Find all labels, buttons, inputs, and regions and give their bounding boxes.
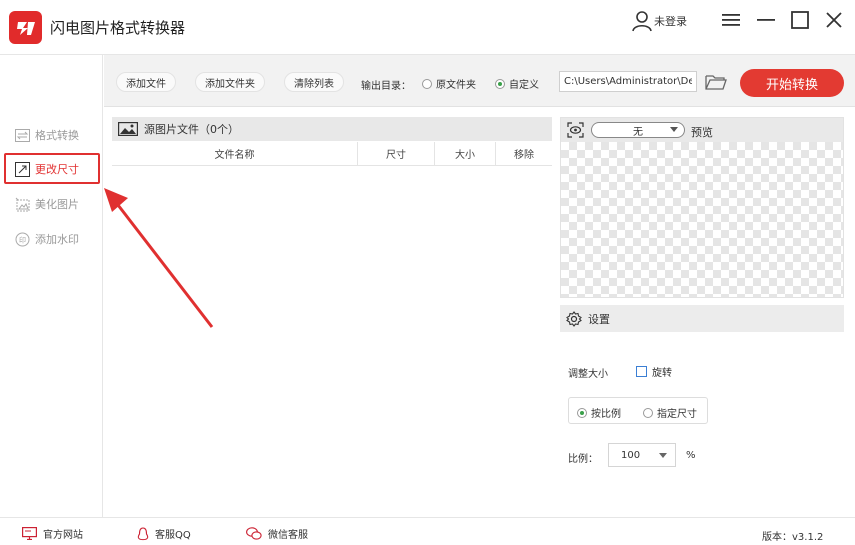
swap-icon bbox=[14, 127, 31, 144]
preview-panel: 无 预览 bbox=[560, 117, 844, 298]
file-panel-title: 源图片文件（0个） bbox=[144, 123, 239, 136]
menu-button[interactable] bbox=[720, 9, 742, 31]
image-icon bbox=[118, 122, 138, 136]
maximize-button[interactable] bbox=[789, 9, 811, 31]
customer-qq-link[interactable]: 客服QQ bbox=[137, 526, 191, 541]
column-remove[interactable]: 移除 bbox=[496, 142, 552, 166]
checkbox-box bbox=[636, 366, 647, 377]
wechat-icon bbox=[246, 527, 262, 540]
sidebar-item-format-convert[interactable]: 格式转换 bbox=[14, 123, 79, 147]
app-logo bbox=[9, 11, 42, 44]
resize-icon bbox=[14, 161, 31, 178]
ratio-select[interactable]: 100 bbox=[608, 443, 676, 467]
ratio-label: 比例： bbox=[568, 454, 598, 465]
add-folder-button[interactable]: 添加文件夹 bbox=[195, 72, 265, 92]
rotate-checkbox[interactable]: 旋转 bbox=[636, 364, 672, 379]
radio-custom-folder[interactable]: 自定义 bbox=[495, 76, 539, 91]
preview-canvas bbox=[561, 142, 843, 297]
close-icon bbox=[826, 12, 842, 28]
title-bar: 闪电图片格式转换器 未登录 bbox=[0, 0, 855, 55]
close-button[interactable] bbox=[823, 9, 845, 31]
chevron-down-icon bbox=[670, 127, 678, 132]
clear-list-button[interactable]: 清除列表 bbox=[284, 72, 344, 92]
minimize-button[interactable] bbox=[755, 9, 777, 31]
sidebar-item-label: 更改尺寸 bbox=[35, 163, 79, 176]
monitor-icon bbox=[22, 527, 37, 540]
official-website-link[interactable]: 官方网站 bbox=[22, 526, 83, 541]
file-list-body[interactable] bbox=[112, 166, 552, 509]
sidebar-item-label: 美化图片 bbox=[35, 198, 79, 211]
browse-folder-button[interactable] bbox=[704, 71, 728, 93]
maximize-icon bbox=[791, 11, 809, 29]
radio-label: 自定义 bbox=[509, 80, 539, 91]
file-panel-header: 源图片文件（0个） bbox=[112, 117, 552, 141]
app-title: 闪电图片格式转换器 bbox=[50, 19, 186, 37]
sidebar: 格式转换 更改尺寸 美化图片 印 添加水印 bbox=[0, 55, 103, 517]
settings-title: 设置 bbox=[588, 312, 610, 326]
user-icon bbox=[632, 11, 652, 32]
radio-label: 按比例 bbox=[591, 409, 621, 420]
footer: 官方网站 客服QQ 微信客服 版本：v3.1.2 bbox=[0, 517, 855, 545]
preview-header: 无 预览 bbox=[561, 118, 843, 142]
add-file-button[interactable]: 添加文件 bbox=[116, 72, 176, 92]
sidebar-item-watermark[interactable]: 印 添加水印 bbox=[14, 227, 79, 251]
radio-dot bbox=[422, 78, 432, 89]
radio-by-ratio[interactable]: 按比例 bbox=[577, 405, 621, 420]
radio-label: 指定尺寸 bbox=[657, 409, 697, 420]
output-dir-label: 输出目录： bbox=[361, 81, 411, 92]
lightning-logo-icon bbox=[16, 21, 35, 35]
version-label: 版本：v3.1.2 bbox=[762, 532, 824, 543]
beautify-icon bbox=[14, 196, 31, 213]
start-convert-button[interactable]: 开始转换 bbox=[740, 69, 844, 97]
resize-label: 调整大小 bbox=[568, 369, 608, 380]
checkbox-label: 旋转 bbox=[652, 368, 672, 379]
sidebar-item-label: 添加水印 bbox=[35, 233, 79, 246]
radio-dot-selected bbox=[495, 78, 505, 89]
output-path-input[interactable] bbox=[559, 71, 697, 92]
preview-select[interactable]: 无 bbox=[591, 122, 685, 138]
hamburger-icon bbox=[722, 14, 740, 26]
user-login[interactable]: 未登录 bbox=[632, 9, 687, 33]
settings-panel: 设置 调整大小 旋转 按比例 指定尺寸 比例： 100 % bbox=[560, 305, 844, 509]
source-file-panel: 源图片文件（0个） 文件名称 尺寸 大小 移除 bbox=[112, 117, 552, 509]
user-status-label: 未登录 bbox=[654, 15, 687, 28]
resize-mode-group: 按比例 指定尺寸 bbox=[568, 397, 708, 424]
folder-icon bbox=[705, 75, 727, 90]
sidebar-item-resize[interactable]: 更改尺寸 bbox=[14, 157, 79, 181]
footer-label: 客服QQ bbox=[155, 530, 191, 541]
minimize-icon bbox=[757, 19, 775, 21]
column-size[interactable]: 大小 bbox=[435, 142, 496, 166]
column-dimensions[interactable]: 尺寸 bbox=[358, 142, 435, 166]
column-file-name[interactable]: 文件名称 bbox=[112, 142, 358, 166]
svg-text:印: 印 bbox=[19, 236, 26, 244]
preview-select-value: 无 bbox=[633, 126, 643, 138]
eye-preview-icon bbox=[567, 122, 584, 138]
gear-icon bbox=[566, 310, 582, 327]
watermark-icon: 印 bbox=[14, 231, 31, 248]
radio-original-folder[interactable]: 原文件夹 bbox=[422, 76, 476, 91]
ratio-value: 100 bbox=[621, 449, 641, 461]
radio-label: 原文件夹 bbox=[436, 80, 476, 91]
footer-label: 微信客服 bbox=[268, 530, 308, 541]
sidebar-item-beautify[interactable]: 美化图片 bbox=[14, 192, 79, 216]
sidebar-item-label: 格式转换 bbox=[35, 129, 79, 142]
toolbar: 添加文件 添加文件夹 清除列表 输出目录： 原文件夹 自定义 开始转换 bbox=[104, 55, 855, 107]
radio-dot bbox=[643, 407, 653, 418]
wechat-support-link[interactable]: 微信客服 bbox=[246, 526, 308, 541]
chevron-down-icon bbox=[659, 453, 667, 458]
radio-by-size[interactable]: 指定尺寸 bbox=[643, 405, 697, 420]
qq-penguin-icon bbox=[137, 526, 149, 541]
radio-dot-selected bbox=[577, 407, 587, 418]
footer-label: 官方网站 bbox=[43, 530, 83, 541]
settings-header: 设置 bbox=[560, 305, 844, 332]
preview-label: 预览 bbox=[691, 126, 713, 139]
percent-label: % bbox=[686, 450, 696, 461]
